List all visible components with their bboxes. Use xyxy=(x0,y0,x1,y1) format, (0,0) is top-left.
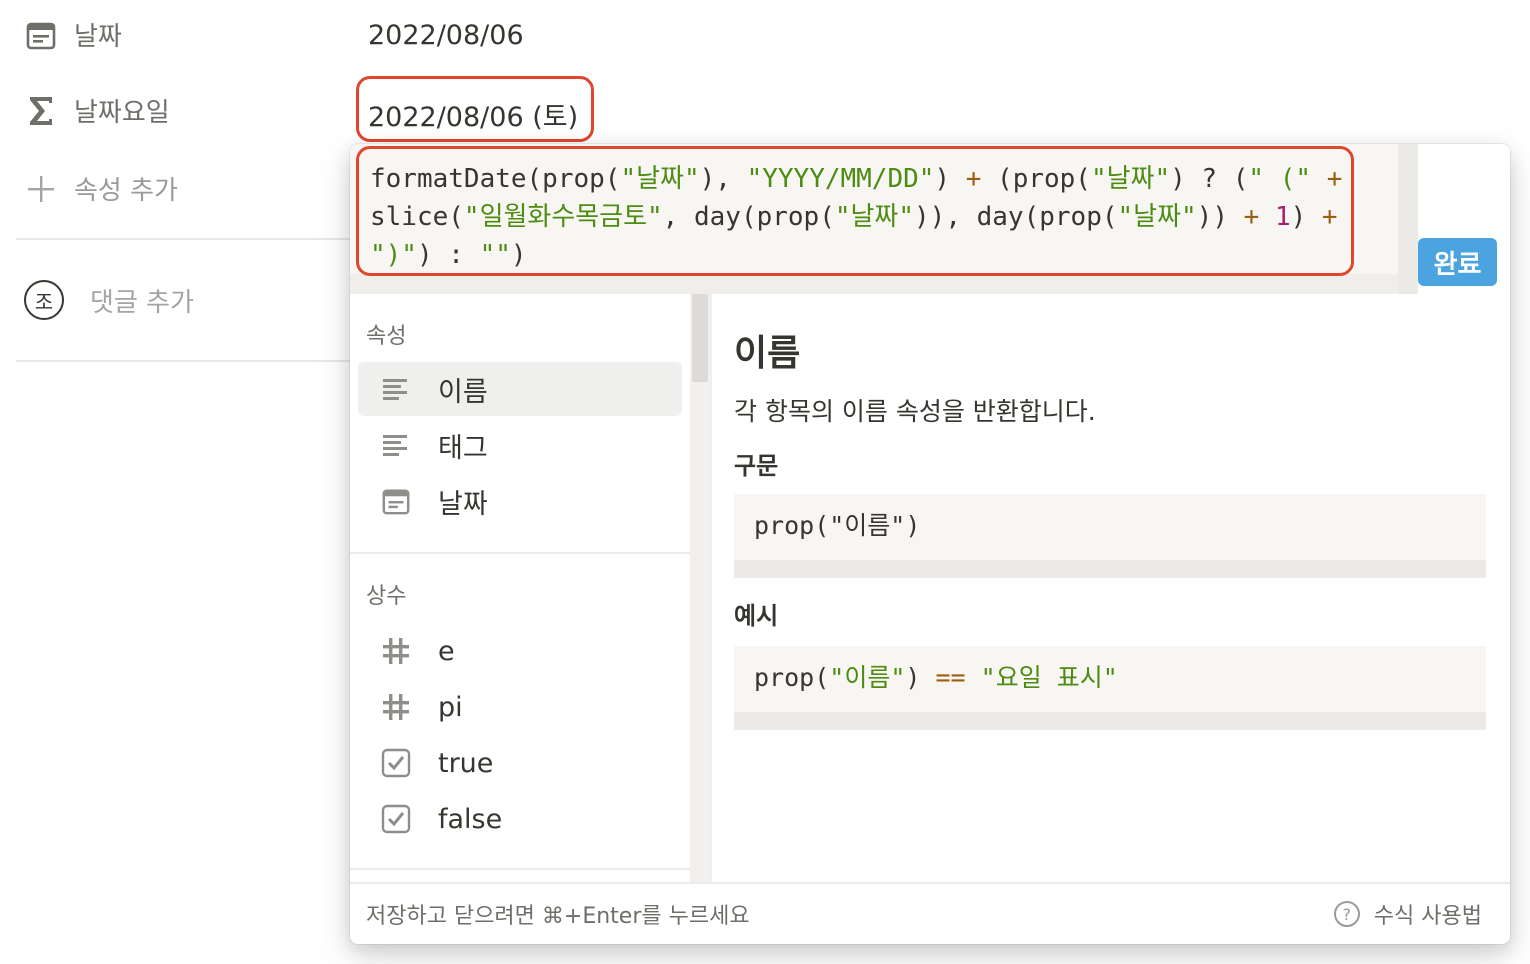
avatar: 조 xyxy=(24,280,64,320)
property-row-date[interactable]: 날짜 xyxy=(24,16,122,53)
doc-description: 각 항목의 이름 속성을 반환합니다. xyxy=(734,397,1096,426)
code-token: == xyxy=(935,663,966,692)
code-token: "요일 표시" xyxy=(980,663,1118,692)
list-item-label: 태그 xyxy=(438,432,488,464)
formula-help-link[interactable]: ? 수식 사용법 xyxy=(1333,898,1482,930)
comment-divider xyxy=(16,360,350,362)
list-item-label: pi xyxy=(438,691,463,723)
function-list: 속성 이름 태그 날짜 상수 e pi true false xyxy=(350,294,690,882)
done-button[interactable]: 완료 xyxy=(1418,238,1497,286)
avatar-letter: 조 xyxy=(34,289,54,314)
text-lines-icon xyxy=(376,369,416,409)
section-title-properties: 속성 xyxy=(366,324,407,349)
list-scrollbar[interactable] xyxy=(690,294,710,882)
property-name-label: 날짜 xyxy=(74,22,122,52)
list-item-label: e xyxy=(438,635,455,667)
shortcut-hint: 저장하고 닫으려면 ⌘+Enter를 누르세요 xyxy=(366,904,750,929)
add-property-button[interactable]: 속성 추가 xyxy=(24,170,178,207)
list-item-pi[interactable]: pi xyxy=(358,680,682,734)
list-item-label: true xyxy=(438,747,494,779)
hash-icon xyxy=(376,687,416,727)
hash-icon xyxy=(376,631,416,671)
text-lines-icon xyxy=(376,425,416,465)
calendar-icon xyxy=(24,18,58,52)
property-name: 날짜요일 xyxy=(24,92,170,129)
question-circle-icon: ? xyxy=(1333,901,1360,927)
highlight-box-formula xyxy=(356,146,1354,276)
formula-scrollbar[interactable] xyxy=(1398,144,1418,294)
property-name: 날짜 xyxy=(24,16,122,53)
list-item-label: 이름 xyxy=(438,376,488,408)
code-token: ) xyxy=(905,663,936,692)
popup-footer: 저장하고 닫으려면 ⌘+Enter를 누르세요 ? 수식 사용법 xyxy=(350,882,1510,944)
formula-help-label: 수식 사용법 xyxy=(1373,904,1482,929)
sigma-icon xyxy=(24,94,58,128)
list-item-label: 날짜 xyxy=(438,488,488,520)
formula-horizontal-scrollbar[interactable] xyxy=(350,274,1398,294)
syntax-heading: 구문 xyxy=(734,452,779,480)
property-name-label: 날짜요일 xyxy=(74,98,170,128)
checkbox-icon xyxy=(376,799,416,839)
documentation-pane: 이름 각 항목의 이름 속성을 반환합니다. 구문 prop("이름") 예시 … xyxy=(712,294,1510,882)
example-heading: 예시 xyxy=(734,602,779,630)
list-item-label: false xyxy=(438,803,503,835)
property-value-date[interactable]: 2022/08/06 xyxy=(368,20,524,51)
section-divider xyxy=(350,552,690,554)
add-property-label: 속성 추가 xyxy=(74,176,178,206)
property-row-weekday[interactable]: 날짜요일 xyxy=(24,92,170,129)
code-token: "이름" xyxy=(829,663,906,692)
checkbox-icon xyxy=(376,743,416,783)
highlight-box-value xyxy=(356,76,594,142)
doc-title: 이름 xyxy=(734,333,801,374)
list-item-e[interactable]: e xyxy=(358,624,682,678)
list-item-false[interactable]: false xyxy=(358,792,682,846)
section-title-constants: 상수 xyxy=(366,584,407,609)
comment-input[interactable]: 댓글 추가 xyxy=(90,282,194,319)
calendar-icon xyxy=(376,481,416,521)
list-item-name[interactable]: 이름 xyxy=(358,362,682,416)
plus-icon xyxy=(24,172,58,206)
list-scrollbar-thumb[interactable] xyxy=(692,294,708,382)
list-item-tag[interactable]: 태그 xyxy=(358,418,682,472)
list-item-date[interactable]: 날짜 xyxy=(358,474,682,528)
section-divider xyxy=(350,868,690,870)
properties-divider xyxy=(16,238,350,240)
example-scrollbar[interactable] xyxy=(734,712,1486,730)
comment-row[interactable]: 조 댓글 추가 xyxy=(24,280,194,320)
add-property-content: 속성 추가 xyxy=(24,170,178,207)
syntax-scrollbar[interactable] xyxy=(734,560,1486,578)
code-token: prop( xyxy=(754,663,830,692)
list-item-true[interactable]: true xyxy=(358,736,682,790)
